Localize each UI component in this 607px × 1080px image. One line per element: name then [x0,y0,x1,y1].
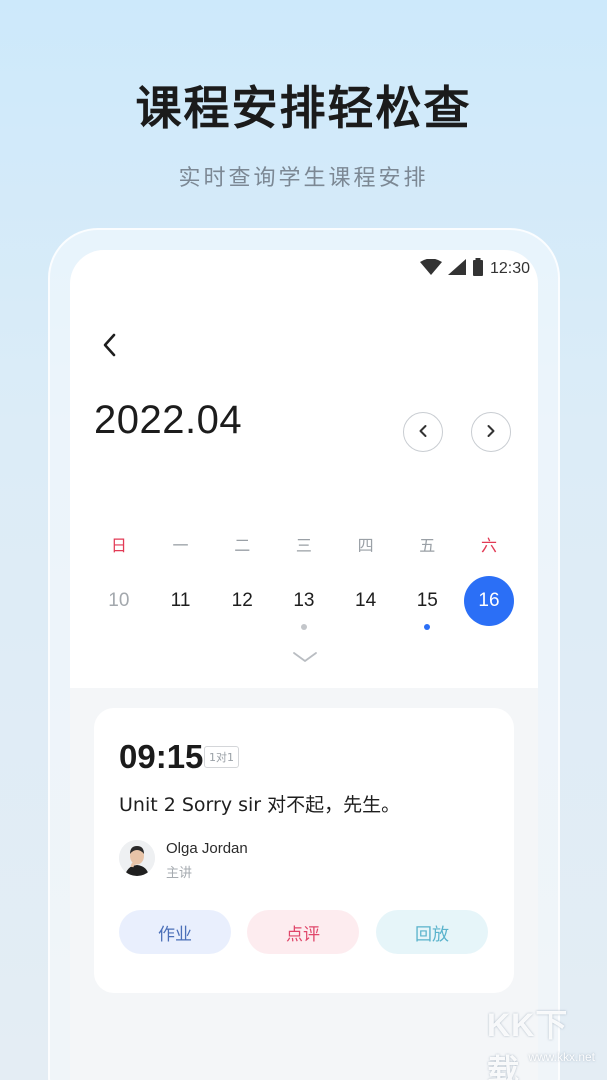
wifi-icon [419,258,442,279]
weekday-fri: 五 [419,536,436,555]
date-cell[interactable]: 11 [150,576,212,626]
date-cell[interactable]: 14 [335,576,397,626]
replay-button[interactable]: 回放 [376,910,488,954]
lesson-card[interactable]: 09:15 1对1 Unit 2 Sorry sir 对不起，先生。 Olga … [94,708,514,993]
status-time: 12:30 [489,260,530,277]
date-number: 14 [355,590,377,611]
weekday-mon: 一 [172,536,189,555]
weekday-thu: 四 [357,536,374,555]
calendar-panel: 12:30 2022.04 日 一 二 三 四 五 六 10 11 12 13 … [70,250,538,688]
lesson-time: 09:15 [119,738,204,775]
expand-calendar-button[interactable] [292,648,318,667]
date-number: 15 [416,590,438,611]
watermark-url: www.kkx.net [528,1050,595,1064]
chevron-left-icon [102,333,116,361]
date-cell[interactable]: 13 [273,576,335,630]
weekday-tue: 二 [234,536,251,555]
date-number: 11 [170,590,191,611]
date-number: 10 [108,590,130,611]
watermark-logo: KK下载 [487,1007,569,1080]
prev-month-button[interactable] [403,412,443,452]
chevron-down-icon [292,648,318,667]
teacher-role: 主讲 [166,866,193,881]
lesson-type-badge: 1对1 [204,746,239,768]
date-cell-selected[interactable]: 16 [458,576,520,626]
date-cell[interactable]: 12 [211,576,273,626]
app-screen: 12:30 2022.04 日 一 二 三 四 五 六 10 11 12 13 … [70,250,538,1080]
chevron-left-icon [418,423,428,442]
battery-icon [472,258,484,280]
date-number: 12 [231,590,253,611]
date-row: 10 11 12 13 14 15 16 [88,576,520,630]
back-button[interactable] [94,332,124,362]
signal-icon [447,259,466,279]
date-number: 16 [478,590,500,611]
date-cell[interactable]: 15 [396,576,458,630]
promo-subline: 实时查询学生课程安排 [178,166,429,191]
next-month-button[interactable] [471,412,511,452]
lesson-dot [300,624,307,630]
weekday-wed: 三 [295,536,312,555]
avatar [119,840,155,876]
homework-button[interactable]: 作业 [119,910,231,954]
month-title: 2022.04 [94,398,243,442]
promo-headline: 课程安排轻松查 [135,81,472,135]
date-cell[interactable]: 10 [88,576,150,626]
date-number: 13 [293,590,315,611]
chevron-right-icon [486,423,496,442]
weekday-sat: 六 [480,536,497,555]
weekday-row: 日 一 二 三 四 五 六 [88,532,520,556]
status-bar: 12:30 [419,258,530,280]
review-button[interactable]: 点评 [247,910,359,954]
weekday-sun: 日 [110,536,127,555]
teacher-name: Olga Jordan [166,840,248,857]
site-watermark: KK下载 www.kkx.net [487,1000,603,1080]
lesson-dot [424,624,431,630]
lesson-title: Unit 2 Sorry sir 对不起，先生。 [119,794,401,816]
